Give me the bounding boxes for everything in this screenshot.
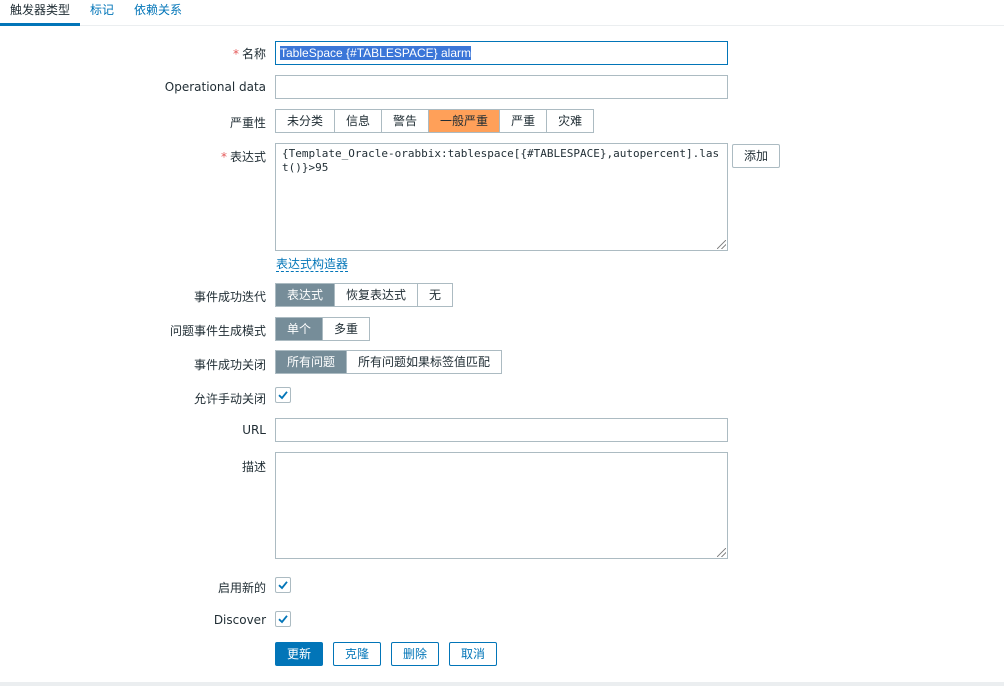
ok-event-expression[interactable]: 表达式 [276,284,336,306]
operational-data-label: Operational data [164,80,266,94]
problem-mode-single[interactable]: 单个 [276,318,324,340]
ok-close-tag-match[interactable]: 所有问题如果标签值匹配 [347,351,501,373]
expression-textarea[interactable]: {Template_Oracle-orabbix:tablespace[{#TA… [275,143,728,251]
url-label: URL [242,423,266,437]
ok-event-selector: 表达式 恢复表达式 无 [275,283,454,307]
severity-warning[interactable]: 警告 [382,110,430,132]
checkmark-icon [278,615,288,624]
tab-tags[interactable]: 标记 [80,0,124,26]
checkmark-icon [278,581,288,590]
problem-mode-multiple[interactable]: 多重 [323,318,369,340]
discover-checkbox[interactable] [275,611,291,627]
severity-information[interactable]: 信息 [335,110,383,132]
operational-data-input[interactable] [275,75,728,99]
severity-not-classified[interactable]: 未分类 [276,110,336,132]
severity-average[interactable]: 一般严重 [429,110,501,132]
ok-event-label: 事件成功迭代 [193,290,266,304]
delete-button[interactable]: 删除 [391,642,440,666]
severity-disaster[interactable]: 灾难 [547,110,593,132]
cancel-button[interactable]: 取消 [449,642,498,666]
expression-label: * 表达式 [220,150,266,164]
ok-event-recovery-expression[interactable]: 恢复表达式 [335,284,419,306]
severity-label: 严重性 [229,116,266,130]
update-button[interactable]: 更新 [275,642,324,666]
add-expression-button[interactable]: 添加 [732,144,781,168]
tab-bar: 触发器类型 标记 依赖关系 [0,0,1004,26]
description-text [276,453,727,459]
discover-label: Discover [213,613,266,627]
problem-mode-selector: 单个 多重 [275,317,371,341]
checkmark-icon [278,391,288,400]
severity-selector: 未分类 信息 警告 一般严重 严重 灾难 [275,109,595,133]
problem-mode-label: 问题事件生成模式 [169,324,266,338]
severity-high[interactable]: 严重 [500,110,548,132]
resize-grip-icon[interactable] [717,240,726,249]
name-label: * 名称 [232,47,266,61]
name-input[interactable]: TableSpace {#TABLESPACE} alarm [275,41,728,65]
expression-builder-link[interactable]: 表达式构造器 [276,257,349,272]
resize-grip-icon[interactable] [717,548,726,557]
tab-trigger[interactable]: 触发器类型 [0,0,81,26]
url-input[interactable] [275,418,728,442]
description-label: 描述 [241,460,266,474]
enabled-label: 启用新的 [217,581,266,595]
ok-close-all-problems[interactable]: 所有问题 [276,351,348,373]
tab-dependencies[interactable]: 依赖关系 [124,0,192,26]
expression-text: {Template_Oracle-orabbix:tablespace[{#TA… [282,147,720,174]
clone-button[interactable]: 克隆 [333,642,382,666]
manual-close-checkbox[interactable] [275,387,291,403]
enabled-checkbox[interactable] [275,577,291,593]
description-textarea[interactable] [275,452,728,559]
ok-close-label: 事件成功关闭 [193,358,266,372]
manual-close-label: 允许手动关闭 [193,392,266,406]
ok-event-none[interactable]: 无 [418,284,452,306]
footer-divider [0,682,1004,686]
ok-close-selector: 所有问题 所有问题如果标签值匹配 [275,350,503,374]
